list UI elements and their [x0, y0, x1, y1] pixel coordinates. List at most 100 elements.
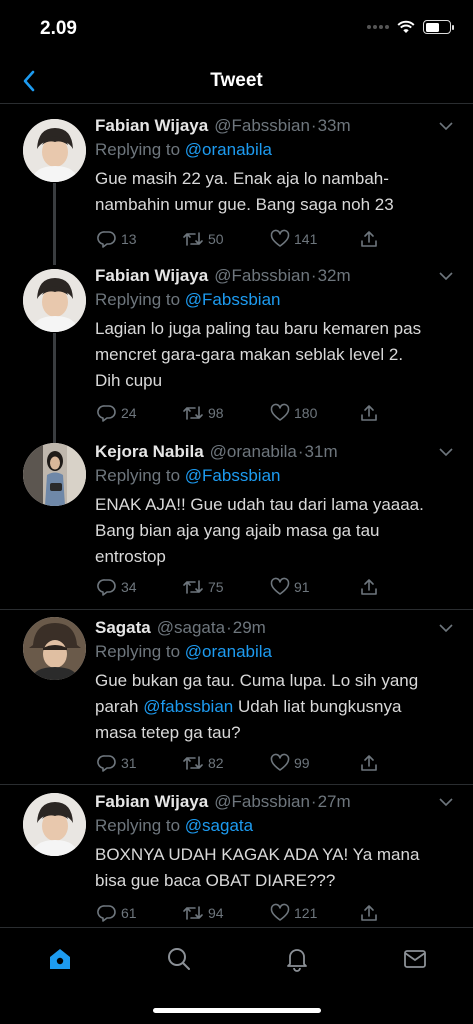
replying-to-mention[interactable]: @Fabssbian: [185, 290, 281, 309]
like-button[interactable]: 121: [270, 903, 317, 923]
like-button[interactable]: 99: [270, 753, 310, 773]
chevron-down-icon: [439, 624, 453, 633]
tweet-menu-button[interactable]: [437, 443, 455, 461]
tweet-header: Sagata @sagata · 29m: [95, 617, 455, 639]
author-handle: @sagata: [156, 618, 226, 637]
chevron-down-icon: [439, 798, 453, 807]
author-name[interactable]: Kejora Nabila: [95, 441, 204, 463]
like-count: 99: [294, 755, 310, 771]
reply-count: 31: [121, 755, 137, 771]
avatar[interactable]: [23, 617, 86, 680]
tweet-menu-button[interactable]: [437, 117, 455, 135]
battery-icon: [423, 20, 454, 34]
reply-button[interactable]: 61: [97, 903, 137, 923]
reply-button[interactable]: 31: [97, 753, 137, 773]
retweet-icon: [183, 406, 203, 420]
divider: [0, 784, 473, 785]
tab-notifications[interactable]: [280, 942, 314, 976]
reply-button[interactable]: 24: [97, 403, 137, 423]
retweet-button[interactable]: 98: [182, 403, 224, 423]
replying-label: Replying to: [95, 140, 185, 159]
avatar[interactable]: [23, 269, 86, 332]
tweet[interactable]: Sagata @sagata · 29m Replying to @oranab…: [0, 617, 473, 785]
tweet[interactable]: Fabian Wijaya @Fabssbian · 33m Replying …: [0, 115, 473, 265]
retweet-button[interactable]: 94: [182, 903, 224, 923]
share-button[interactable]: [359, 753, 379, 773]
tweet-text-content: BOXNYA UDAH KAGAK ADA YA! Ya mana bisa g…: [95, 845, 420, 890]
author-name[interactable]: Fabian Wijaya: [95, 791, 208, 813]
replying-to-mention[interactable]: @Fabssbian: [185, 466, 281, 485]
tweet-actions: 13 50 141: [97, 229, 387, 253]
reply-button[interactable]: 13: [97, 229, 137, 249]
avatar-fabian-icon: [23, 793, 86, 856]
author-handle: @oranabila: [209, 442, 297, 461]
tweet[interactable]: Fabian Wijaya @Fabssbian · 27m Replying …: [0, 791, 473, 927]
signal-icon: [367, 25, 389, 29]
retweet-icon: [183, 232, 203, 246]
like-button[interactable]: 91: [270, 577, 310, 597]
heart-icon: [270, 577, 290, 595]
retweet-button[interactable]: 50: [182, 229, 224, 249]
tweet[interactable]: Fabian Wijaya @Fabssbian · 32m Replying …: [0, 265, 473, 435]
tweet-text: Gue bukan ga tau. Cuma lupa. Lo sih yang…: [95, 668, 455, 746]
separator: ·: [310, 792, 317, 811]
share-button[interactable]: [359, 577, 379, 597]
tweet-header: Fabian Wijaya @Fabssbian · 32m: [95, 265, 455, 287]
retweet-count: 82: [208, 755, 224, 771]
tweet-menu-button[interactable]: [437, 793, 455, 811]
tweet-actions: 24 98 180: [97, 403, 387, 427]
share-button[interactable]: [359, 229, 379, 249]
replying-to: Replying to @Fabssbian: [95, 288, 455, 312]
header: Tweet: [0, 60, 473, 104]
tab-home[interactable]: [43, 942, 77, 976]
tweet-time: 31m: [304, 442, 338, 461]
replying-to-mention[interactable]: @sagata: [185, 816, 253, 835]
author-name[interactable]: Fabian Wijaya: [95, 265, 208, 287]
tweet-text: Lagian lo juga paling tau baru kemaren p…: [95, 316, 455, 394]
replying-label: Replying to: [95, 816, 185, 835]
reply-icon: [97, 905, 116, 922]
like-count: 141: [294, 231, 318, 247]
tweet-header: Fabian Wijaya @Fabssbian · 33m: [95, 115, 455, 137]
author-name[interactable]: Sagata: [95, 617, 151, 639]
chevron-down-icon: [439, 272, 453, 281]
replying-label: Replying to: [95, 642, 185, 661]
tab-messages[interactable]: [398, 942, 432, 976]
like-button[interactable]: 141: [270, 229, 317, 249]
inline-mention[interactable]: @fabssbian: [143, 697, 233, 716]
avatar[interactable]: [23, 793, 86, 856]
avatar[interactable]: [23, 119, 86, 182]
reply-count: 61: [121, 905, 137, 921]
home-icon: [50, 949, 70, 969]
reply-icon: [97, 755, 116, 772]
like-button[interactable]: 180: [270, 403, 317, 423]
tweet-actions: 61 94 121: [97, 903, 387, 927]
avatar[interactable]: [23, 443, 86, 506]
tweet-text: BOXNYA UDAH KAGAK ADA YA! Ya mana bisa g…: [95, 842, 455, 894]
author-name[interactable]: Fabian Wijaya: [95, 115, 208, 137]
reply-button[interactable]: 34: [97, 577, 137, 597]
tab-search[interactable]: [162, 942, 196, 976]
page-title: Tweet: [210, 70, 263, 91]
replying-to: Replying to @sagata: [95, 814, 455, 838]
tweet-menu-button[interactable]: [437, 267, 455, 285]
author-handle: @Fabssbian: [214, 266, 310, 285]
replying-label: Replying to: [95, 290, 185, 309]
avatar-sagata-icon: [23, 617, 86, 680]
notifications-icon: [287, 949, 307, 972]
share-button[interactable]: [359, 403, 379, 423]
home-indicator: [153, 1008, 321, 1013]
replying-to-mention[interactable]: @oranabila: [185, 140, 272, 159]
divider: [0, 609, 473, 610]
retweet-button[interactable]: 75: [182, 577, 224, 597]
reply-icon: [97, 579, 116, 596]
tweet-header: Fabian Wijaya @Fabssbian · 27m: [95, 791, 455, 813]
retweet-count: 50: [208, 231, 224, 247]
share-button[interactable]: [359, 903, 379, 923]
replying-to-mention[interactable]: @oranabila: [185, 642, 272, 661]
retweet-button[interactable]: 82: [182, 753, 224, 773]
tweet-menu-button[interactable]: [437, 619, 455, 637]
tweet[interactable]: Kejora Nabila @oranabila · 31m Replying …: [0, 441, 473, 617]
reply-icon: [97, 405, 116, 422]
tweet-time: 33m: [317, 116, 351, 135]
